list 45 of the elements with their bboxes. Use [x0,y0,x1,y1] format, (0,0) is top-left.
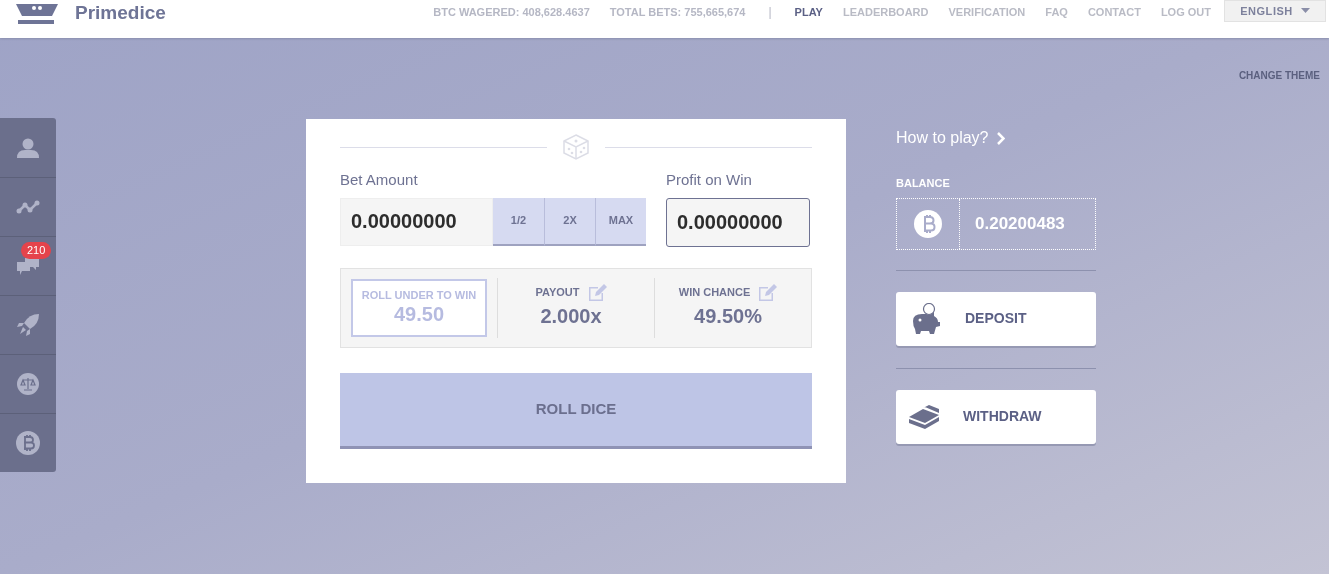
profit-on-win-field[interactable]: 0.00000000 [666,197,810,247]
crown-logo-icon[interactable] [14,4,60,26]
change-theme-link[interactable]: CHANGE THEME [1238,68,1320,118]
nav-link[interactable]: LOG OUT [1160,3,1211,21]
line-graph-icon[interactable] [16,200,40,214]
how-to-play-link[interactable]: How to play? [896,126,989,150]
roll-under-button[interactable]: ROLL UNDER TO WIN 49.50 [351,278,487,337]
stat-value: 2.000x [540,304,602,329]
stat-text: TOTAL BETS: 755,665,674 [609,4,746,20]
stat-label: WIN CHANCE [678,285,751,301]
stat-text: BTC WAGERED: 408,628.4637 [433,4,590,20]
stat-label: PAYOUT [535,285,580,301]
bet-multiplier-button[interactable]: 2X [544,197,595,246]
withdraw-button[interactable]: WITHDRAW [896,389,1096,444]
edit-icon[interactable] [758,284,778,301]
bitcoin-icon[interactable] [16,431,40,455]
bet-amount-label: Bet Amount [340,170,419,190]
roll-dice-button[interactable]: ROLL DICE [340,372,812,449]
nav-link[interactable]: CONTACT [1087,3,1141,21]
chevron-right-icon[interactable] [996,131,1005,145]
notification-badge: 210 [21,242,52,259]
bet-amount-field[interactable]: 0.00000000 [340,197,493,246]
nav-link[interactable]: VERIFICATION [948,3,1026,21]
language-dropdown[interactable]: ENGLISH [1224,0,1326,22]
scales-icon[interactable] [17,373,39,395]
balance-value: 0.20200483 [974,212,1066,235]
caret-icon [1300,8,1310,14]
dice-icon [561,133,591,161]
bet-multiplier-button[interactable]: MAX [595,197,646,246]
bet-multiplier-button[interactable]: 1/2 [493,197,544,246]
profit-on-win-label: Profit on Win [666,170,753,190]
chat-icon[interactable] [17,256,39,276]
nav-separator: | [768,4,772,21]
nav-link[interactable]: FAQ [1045,3,1068,21]
nav-link[interactable]: PLAY [794,3,823,21]
logo-text[interactable]: Primedice [75,0,166,28]
rocket-icon[interactable] [17,314,39,336]
bitcoin-icon [914,209,942,238]
money-stack-icon [909,404,939,429]
balance-label: BALANCE [896,176,951,191]
user-icon[interactable] [17,137,39,158]
deposit-button[interactable]: DEPOSIT [896,291,1096,346]
nav-link[interactable]: LEADERBOARD [842,3,929,21]
stat-value: 49.50% [694,304,762,329]
edit-icon[interactable] [587,284,607,301]
